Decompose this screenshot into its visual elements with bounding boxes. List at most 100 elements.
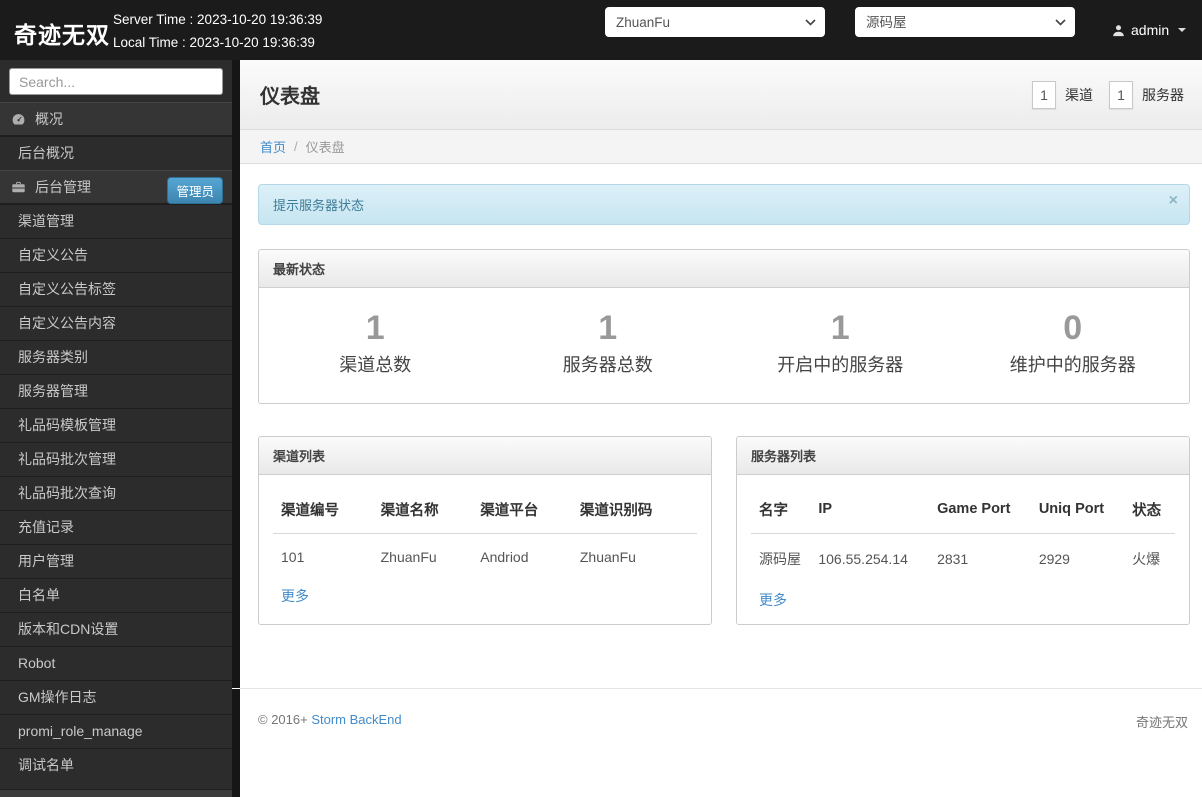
latest-status-panel: 最新状态 1渠道总数1服务器总数1开启中的服务器0维护中的服务器 [258,249,1190,404]
table-cell: ZhuanFu [373,533,473,578]
footer-brand-link[interactable]: Storm BackEnd [311,712,401,727]
sidebar-item-label: 概况 [35,103,63,136]
stat-value: 1 [492,308,725,349]
server-list-title: 服务器列表 [737,437,1189,475]
sidebar-item-label: 充值记录 [18,511,74,544]
sidebar-item-label: 服务器管理 [18,375,88,408]
briefcase-icon [11,180,26,195]
app-logo: 奇迹无双 [14,16,110,50]
table-header-row: 名字IPGame PortUniq Port状态 [751,481,1175,534]
channel-more-link[interactable]: 更多 [281,586,309,606]
breadcrumb: 首页 / 仪表盘 [240,130,1202,164]
sidebar-item[interactable]: 渠道管理 [0,204,232,238]
channel-list-panel: 渠道列表 渠道编号渠道名称渠道平台渠道识别码101ZhuanFuAndriodZ… [258,436,712,625]
server-time-line: Server Time : 2023-10-20 19:36:39 [113,8,322,31]
column-header: 渠道识别码 [572,481,697,534]
stat-item: 1开启中的服务器 [724,308,957,377]
sidebar-item[interactable]: 用户管理 [0,544,232,578]
latest-status-title: 最新状态 [259,250,1189,288]
channel-list-title: 渠道列表 [259,437,711,475]
user-name: admin [1131,22,1169,38]
sidebar-menu: 概况后台概况后台管理 管理员渠道管理自定义公告自定义公告标签自定义公告内容服务器类… [0,102,232,782]
sidebar-item-label: 后台概况 [18,137,74,170]
user-icon [1112,24,1125,37]
stat-value: 1 [724,308,957,349]
channel-select[interactable]: ZhuanFu [605,7,825,37]
channel-count-value: 1 [1032,81,1056,109]
sidebar-item[interactable]: 自定义公告 [0,238,232,272]
sidebar-item[interactable]: 自定义公告标签 [0,272,232,306]
sidebar-section[interactable]: 概况 [0,102,232,136]
main-area: 仪表盘 1 渠道 1 服务器 首页 / 仪表盘 提示服务器状态 × 最新状态 1… [240,60,1202,797]
sidebar-item[interactable]: Robot [0,646,232,680]
table-row: 源码屋106.55.254.1428312929火爆 [751,533,1175,582]
sidebar-item[interactable]: 服务器类别 [0,340,232,374]
server-list-panel: 服务器列表 名字IPGame PortUniq Port状态源码屋106.55.… [736,436,1190,625]
alert-text: 提示服务器状态 [273,198,364,213]
sidebar-item-label: promi_role_manage [18,715,143,748]
column-header: 渠道编号 [273,481,373,534]
sidebar-item[interactable]: 自定义公告内容 [0,306,232,340]
server-more-link[interactable]: 更多 [759,590,787,610]
sidebar-item[interactable]: 礼品码模板管理 [0,408,232,442]
server-table: 名字IPGame PortUniq Port状态源码屋106.55.254.14… [751,481,1175,582]
sidebar-item[interactable]: 充值记录 [0,510,232,544]
table-cell: 源码屋 [751,533,810,582]
search-input[interactable] [9,68,223,95]
top-bar: 奇迹无双 Server Time : 2023-10-20 19:36:39 L… [0,0,1202,60]
sidebar-item[interactable]: 调试名单 [0,748,232,782]
admin-badge: 管理员 [167,177,223,204]
sidebar-item-label: 调试名单 [18,749,74,782]
status-stats: 1渠道总数1服务器总数1开启中的服务器0维护中的服务器 [259,288,1189,403]
sidebar-item-label: 版本和CDN设置 [18,613,118,646]
time-display: Server Time : 2023-10-20 19:36:39 Local … [113,8,322,54]
sidebar-item-label: 用户管理 [18,545,74,578]
sidebar-item-label: 白名单 [18,579,60,612]
sidebar-item[interactable]: 礼品码批次管理 [0,442,232,476]
sidebar-item[interactable]: 白名单 [0,578,232,612]
table-cell: Andriod [472,533,572,578]
sidebar-item-label: 自定义公告内容 [18,307,116,340]
stat-item: 1服务器总数 [492,308,725,377]
user-menu[interactable]: admin [1112,0,1186,60]
content: 提示服务器状态 × 最新状态 1渠道总数1服务器总数1开启中的服务器0维护中的服… [240,164,1202,688]
sidebar-item[interactable]: promi_role_manage [0,714,232,748]
sidebar-item-label: Robot [18,647,55,680]
sidebar-item-label: 服务器类别 [18,341,88,374]
breadcrumb-separator: / [294,139,298,154]
footer: © 2016+ Storm BackEnd 奇迹无双 [240,688,1202,797]
footer-copyright: © 2016+ Storm BackEnd [258,712,402,797]
sidebar-edge [232,60,240,797]
sidebar-item-label: 自定义公告 [18,239,88,272]
channel-table: 渠道编号渠道名称渠道平台渠道识别码101ZhuanFuAndriodZhuanF… [273,481,697,578]
column-header: Game Port [929,481,1031,534]
footer-right-text: 奇迹无双 [1136,712,1188,797]
server-count-chip: 1 服务器 [1109,81,1188,109]
sidebar-item[interactable]: 服务器管理 [0,374,232,408]
sidebar: 概况后台概况后台管理 管理员渠道管理自定义公告自定义公告标签自定义公告内容服务器类… [0,60,232,797]
sidebar-section[interactable]: 后台管理 管理员 [0,170,232,204]
sidebar-item-label: 礼品码批次查询 [18,477,116,510]
caret-down-icon [1178,28,1186,32]
server-status-alert: 提示服务器状态 × [258,184,1190,225]
server-select[interactable]: 源码屋 [855,7,1075,37]
close-icon[interactable]: × [1169,193,1178,209]
sidebar-item[interactable]: GM操作日志 [0,680,232,714]
stat-item: 0维护中的服务器 [957,308,1190,377]
page-header: 仪表盘 1 渠道 1 服务器 [240,60,1202,130]
sidebar-item-label: 后台管理 [35,171,91,204]
sidebar-item-label: 礼品码批次管理 [18,443,116,476]
column-header: Uniq Port [1031,481,1124,534]
column-header: 状态 [1124,481,1175,534]
sidebar-item[interactable]: 礼品码批次查询 [0,476,232,510]
sidebar-item[interactable]: 版本和CDN设置 [0,612,232,646]
column-header: 渠道名称 [373,481,473,534]
page-title: 仪表盘 [260,80,320,109]
breadcrumb-home-link[interactable]: 首页 [260,137,286,156]
table-cell: 火爆 [1124,533,1175,582]
stat-label: 开启中的服务器 [724,351,957,377]
table-row: 101ZhuanFuAndriodZhuanFu [273,533,697,578]
stat-label: 服务器总数 [492,351,725,377]
stat-item: 1渠道总数 [259,308,492,377]
sidebar-item[interactable]: 后台概况 [0,136,232,170]
